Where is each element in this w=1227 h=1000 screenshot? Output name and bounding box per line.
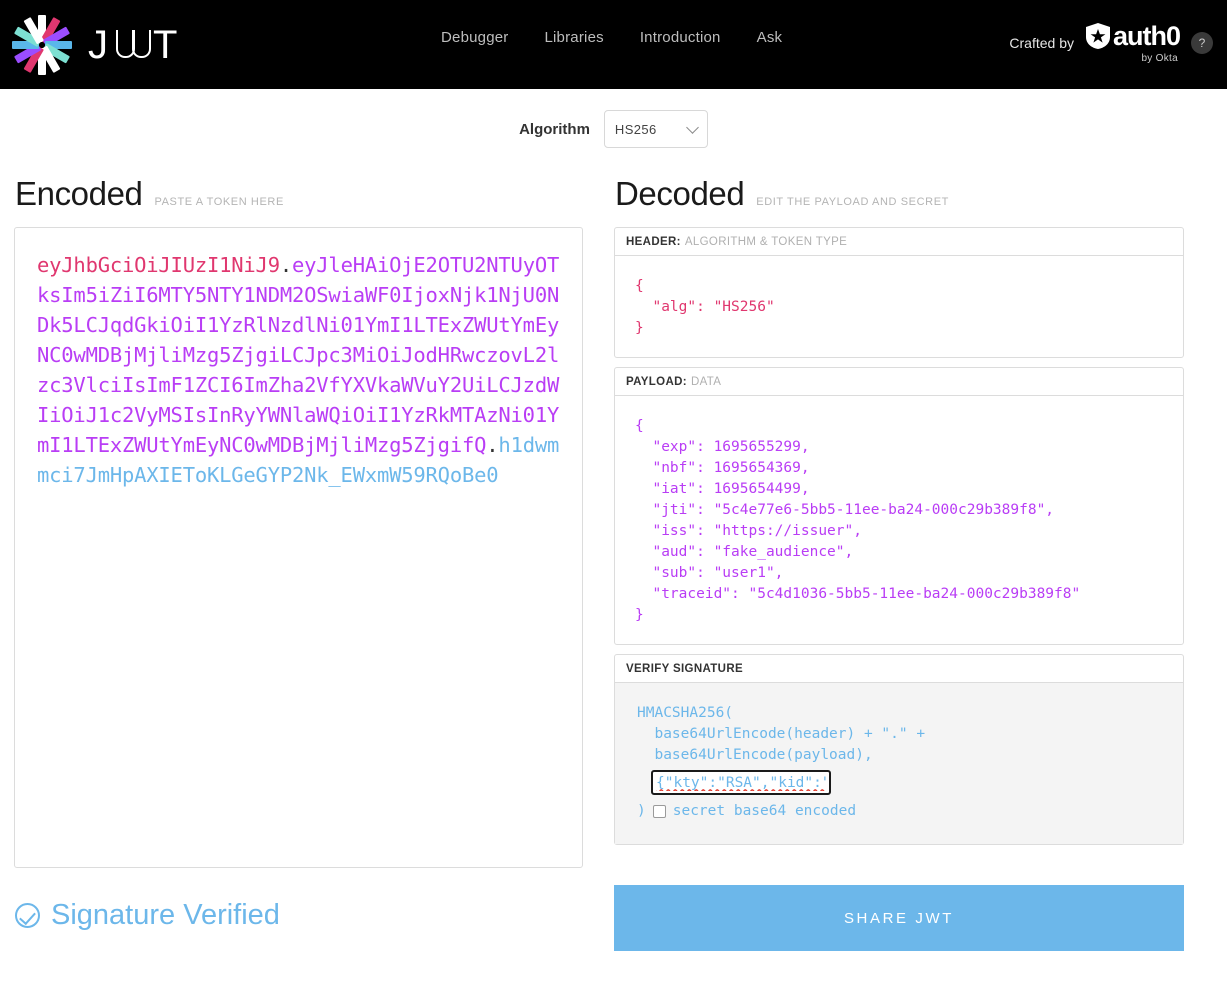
jwt-burst-logo-icon <box>10 13 74 77</box>
crafted-by-label: Crafted by <box>1009 35 1074 51</box>
hmac-line-2: base64UrlEncode(header) + "." + <box>637 724 1163 745</box>
header-panel-label: HEADER: <box>626 236 681 248</box>
decoded-section-header: Decoded EDIT THE PAYLOAD AND SECRET <box>614 175 1184 213</box>
secret-base64-checkbox[interactable] <box>653 805 666 818</box>
nav-item-ask[interactable]: Ask <box>757 29 783 46</box>
payload-panel-label: PAYLOAD: <box>626 376 687 388</box>
verify-signature-body: HMACSHA256( base64UrlEncode(header) + ".… <box>615 683 1183 844</box>
nav-item-libraries[interactable]: Libraries <box>544 29 603 46</box>
check-circle-icon <box>15 903 40 928</box>
base64-row: ) secret base64 encoded <box>637 801 1163 822</box>
nav-item-introduction[interactable]: Introduction <box>640 29 721 46</box>
algorithm-selected-value: HS256 <box>615 122 657 137</box>
closing-paren: ) <box>637 801 646 822</box>
decoded-column: Decoded EDIT THE PAYLOAD AND SECRET HEAD… <box>614 175 1184 854</box>
share-area: SHARE JWT <box>614 885 1184 951</box>
brand-logo[interactable]: JT <box>10 13 182 77</box>
encoded-token-input[interactable]: eyJhbGciOiJIUzI1NiJ9.eyJleHAiOjE2OTU2NTU… <box>14 227 583 868</box>
payload-json-editor[interactable]: { "exp": 1695655299, "nbf": 1695654369, … <box>615 396 1183 644</box>
token-separator-1: . <box>280 253 292 277</box>
encoded-subtitle: PASTE A TOKEN HERE <box>154 196 283 208</box>
secret-row <box>651 770 1163 795</box>
main-nav: Debugger Libraries Introduction Ask <box>441 29 782 46</box>
status-badge: Signature Verified <box>14 885 583 932</box>
token-header-part: eyJhbGciOiJIUzI1NiJ9 <box>37 253 280 277</box>
share-jwt-button[interactable]: SHARE JWT <box>614 885 1184 951</box>
top-navigation-bar: JT Debugger Libraries Introduction Ask C… <box>0 0 1227 89</box>
algorithm-label: Algorithm <box>519 121 590 138</box>
verify-panel-label: VERIFY SIGNATURE <box>626 663 743 675</box>
encoded-title: Encoded <box>15 175 142 213</box>
decoded-title: Decoded <box>615 175 744 213</box>
debugger-columns: Encoded PASTE A TOKEN HERE eyJhbGciOiJIU… <box>0 175 1227 868</box>
auth0-wordmark: auth0 <box>1113 23 1180 50</box>
crafted-by-block: Crafted by auth0 by Okta ? <box>1009 22 1213 64</box>
chevron-down-icon <box>686 121 699 134</box>
secret-input[interactable] <box>651 770 831 795</box>
auth0-shield-icon <box>1085 22 1111 50</box>
token-payload-part: eyJleHAiOjE2OTU2NTUyOTksIm5iZiI6MTY5NTY1… <box>37 253 559 457</box>
encoded-token-text: eyJhbGciOiJIUzI1NiJ9.eyJleHAiOjE2OTU2NTU… <box>37 250 560 490</box>
auth0-subtitle: by Okta <box>1141 54 1178 64</box>
header-panel: HEADER: ALGORITHM & TOKEN TYPE { "alg": "… <box>614 227 1184 358</box>
auth0-logo[interactable]: auth0 by Okta <box>1085 22 1180 64</box>
header-json-editor[interactable]: { "alg": "HS256" } <box>615 256 1183 357</box>
hmac-line-1: HMACSHA256( <box>637 703 1163 724</box>
payload-panel-sublabel: DATA <box>691 376 721 388</box>
secret-base64-label: secret base64 encoded <box>673 801 856 822</box>
help-icon[interactable]: ? <box>1191 32 1213 54</box>
nav-item-debugger[interactable]: Debugger <box>441 29 508 46</box>
encoded-section-header: Encoded PASTE A TOKEN HERE <box>14 175 583 213</box>
verify-panel-title: VERIFY SIGNATURE <box>615 655 1183 683</box>
payload-panel-title: PAYLOAD: DATA <box>615 368 1183 396</box>
verify-signature-panel: VERIFY SIGNATURE HMACSHA256( base64UrlEn… <box>614 654 1184 845</box>
signature-status-text: Signature Verified <box>51 899 280 932</box>
payload-panel: PAYLOAD: DATA { "exp": 1695655299, "nbf":… <box>614 367 1184 645</box>
decoded-subtitle: EDIT THE PAYLOAD AND SECRET <box>756 196 949 208</box>
brand-wordmark: JT <box>88 25 182 65</box>
hmac-line-3: base64UrlEncode(payload), <box>637 745 1163 766</box>
header-panel-sublabel: ALGORITHM & TOKEN TYPE <box>685 236 847 248</box>
algorithm-row: Algorithm HS256 <box>0 110 1227 148</box>
signature-status-area: Signature Verified <box>14 885 583 932</box>
header-panel-title: HEADER: ALGORITHM & TOKEN TYPE <box>615 228 1183 256</box>
footer-row: Signature Verified SHARE JWT <box>0 885 1227 951</box>
algorithm-select[interactable]: HS256 <box>604 110 708 148</box>
token-separator-2: . <box>486 433 498 457</box>
encoded-column: Encoded PASTE A TOKEN HERE eyJhbGciOiJIU… <box>14 175 583 868</box>
wordmark-w-glyph <box>116 32 150 58</box>
